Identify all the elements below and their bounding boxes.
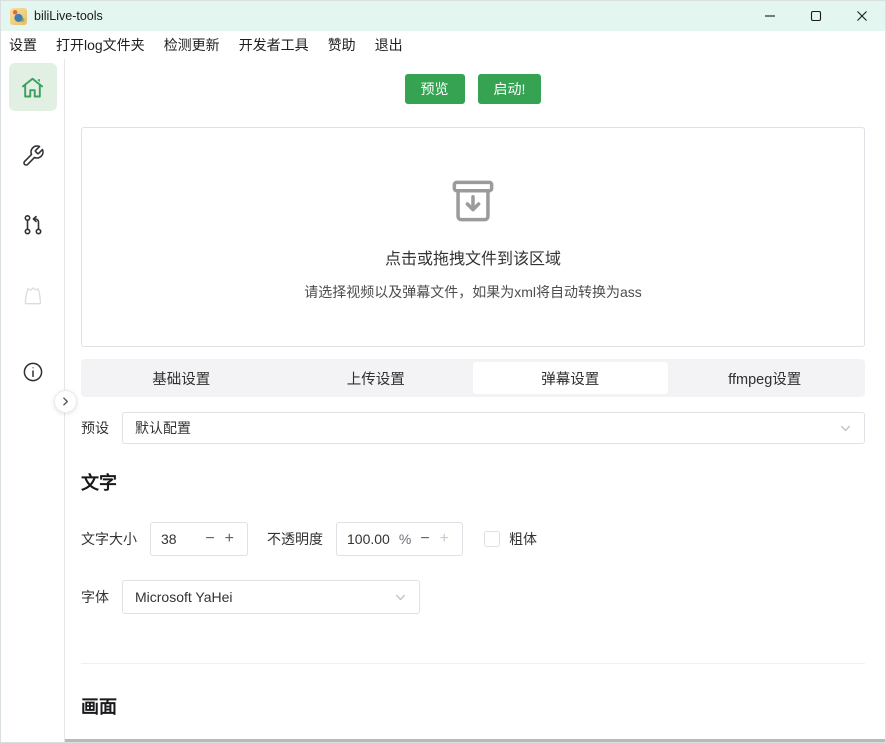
section-divider	[81, 663, 865, 664]
info-icon	[21, 360, 45, 384]
home-icon	[19, 74, 46, 101]
dropzone-title: 点击或拖拽文件到该区域	[385, 245, 561, 269]
titlebar: biliLive-tools	[1, 1, 885, 31]
opacity-increase-button[interactable]: +	[437, 531, 452, 547]
action-buttons: 预览 启动!	[81, 74, 865, 104]
font-size-input[interactable]	[161, 531, 202, 547]
bold-label: 粗体	[509, 529, 537, 549]
preset-value: 默认配置	[135, 418, 839, 438]
font-family-select[interactable]: Microsoft YaHei	[122, 580, 420, 614]
close-icon	[856, 10, 868, 22]
font-size-label: 文字大小	[81, 529, 137, 549]
wrench-icon	[21, 144, 45, 168]
font-size-input-box: − +	[150, 522, 248, 556]
close-button[interactable]	[839, 1, 885, 31]
maximize-button[interactable]	[793, 1, 839, 31]
git-branch-icon	[21, 213, 45, 237]
dropzone-subtitle: 请选择视频以及弹幕文件，如果为xml将自动转换为ass	[304, 282, 642, 302]
minimize-icon	[764, 10, 776, 22]
opacity-suffix: %	[399, 531, 411, 547]
font-size-increase-button[interactable]: +	[222, 531, 237, 547]
opacity-input[interactable]	[347, 531, 397, 547]
bold-checkbox[interactable]	[484, 531, 500, 547]
sidebar-item-sync[interactable]	[9, 201, 57, 249]
tab-ffmpeg-settings[interactable]: ffmpeg设置	[668, 362, 863, 394]
preset-row: 预设 默认配置	[81, 412, 865, 444]
window-controls	[747, 1, 885, 31]
menu-item-sponsor[interactable]: 赞助	[328, 35, 356, 55]
opacity-input-box: % − +	[336, 522, 463, 556]
start-button[interactable]: 启动!	[478, 74, 542, 104]
menu-item-open-log-folder[interactable]: 打开log文件夹	[56, 35, 145, 55]
faded-shape-icon	[20, 282, 46, 308]
tab-basic-settings[interactable]: 基础设置	[84, 362, 279, 394]
sidebar-item-trim[interactable]	[9, 271, 57, 319]
horizontal-scrollbar[interactable]	[65, 739, 885, 742]
menubar: 设置 打开log文件夹 检测更新 开发者工具 赞助 退出	[1, 31, 885, 59]
menu-item-devtools[interactable]: 开发者工具	[239, 35, 309, 55]
sidebar-item-tools[interactable]	[9, 132, 57, 180]
menu-item-check-update[interactable]: 检测更新	[164, 35, 220, 55]
window-title: biliLive-tools	[34, 9, 103, 23]
app-logo-icon	[10, 8, 27, 25]
sidebar-expand-button[interactable]	[54, 390, 77, 413]
menu-item-settings[interactable]: 设置	[9, 35, 37, 55]
sidebar-item-about[interactable]	[9, 348, 57, 396]
maximize-icon	[810, 10, 822, 22]
content-area: 预览 启动! 点击或拖拽文件到该区域 请选择视频以及弹幕文件，如果为xml将自动…	[1, 59, 885, 742]
preset-select[interactable]: 默认配置	[122, 412, 865, 444]
text-section-title: 文字	[81, 469, 865, 495]
opacity-label: 不透明度	[267, 529, 323, 549]
preset-label: 预设	[81, 418, 109, 438]
chevron-right-icon	[60, 396, 71, 407]
tab-danmaku-settings[interactable]: 弹幕设置	[473, 362, 668, 394]
chevron-down-icon	[839, 422, 852, 435]
menu-item-exit[interactable]: 退出	[375, 35, 403, 55]
chevron-down-icon	[394, 591, 407, 604]
file-dropzone[interactable]: 点击或拖拽文件到该区域 请选择视频以及弹幕文件，如果为xml将自动转换为ass	[81, 127, 865, 347]
font-family-label: 字体	[81, 587, 109, 607]
screen-section-title: 画面	[81, 693, 865, 719]
main-panel: 预览 启动! 点击或拖拽文件到该区域 请选择视频以及弹幕文件，如果为xml将自动…	[65, 59, 885, 742]
minimize-button[interactable]	[747, 1, 793, 31]
opacity-decrease-button[interactable]: −	[417, 531, 432, 547]
font-row: 字体 Microsoft YaHei	[81, 580, 865, 614]
sidebar-item-home[interactable]	[9, 63, 57, 111]
font-family-value: Microsoft YaHei	[135, 589, 394, 605]
preview-button[interactable]: 预览	[405, 74, 465, 104]
text-controls-row: 文字大小 − + 不透明度 % − + 粗体	[81, 522, 865, 556]
settings-tabs: 基础设置 上传设置 弹幕设置 ffmpeg设置	[81, 359, 865, 397]
tab-upload-settings[interactable]: 上传设置	[279, 362, 474, 394]
font-size-decrease-button[interactable]: −	[202, 531, 217, 547]
app-window: biliLive-tools 设置 打开log文件夹 检测更新 开发者工具 赞助…	[0, 0, 886, 743]
box-download-icon	[445, 173, 501, 229]
